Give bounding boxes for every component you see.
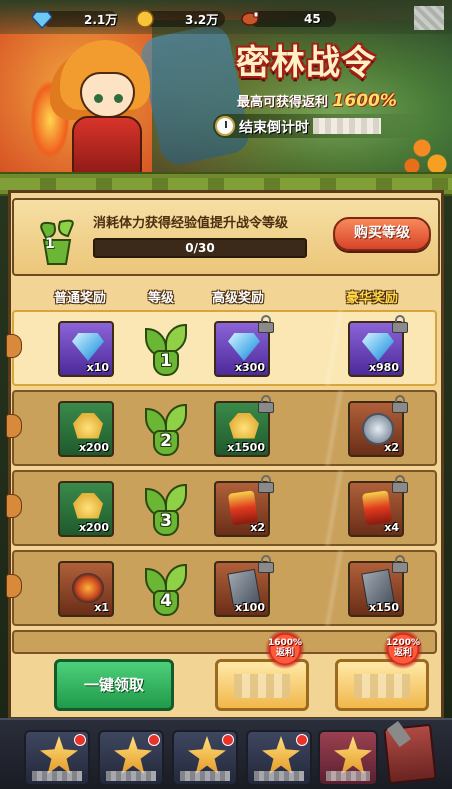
rebate-badge: 1600% 返利 (262, 632, 308, 670)
column-luxury-reward: 豪华奖励 (346, 291, 399, 306)
level-badge: 2 (141, 402, 191, 458)
event-title: 密林战令 (236, 43, 376, 83)
gold-counter[interactable]: 3.2万 (135, 9, 225, 29)
diamond-icon (362, 333, 394, 361)
star-badge-icon (40, 736, 78, 774)
advanced-reward-slot[interactable]: x100 (214, 555, 274, 617)
nav-slot[interactable] (246, 730, 312, 786)
star-badge-icon (188, 736, 226, 774)
column-level: 等级 (148, 291, 175, 306)
luxury-reward-slot[interactable]: x4 (348, 475, 408, 537)
countdown-value-redacted (313, 118, 381, 134)
row-tab (6, 574, 22, 598)
current-level-number: 1 (45, 236, 55, 252)
luxury-reward-slot[interactable]: x150 (348, 555, 408, 617)
level-description: 消耗体力获得经验值提升战令等级 (93, 216, 289, 231)
nav-slot-active[interactable] (318, 730, 378, 786)
countdown-timer: 结束倒计时 (213, 114, 423, 138)
rebate-percent: 1600% (332, 91, 397, 111)
level-badge: 1 (141, 322, 191, 378)
row-tab (6, 494, 22, 518)
gold-coin-icon (136, 10, 154, 28)
normal-reward-slot[interactable]: x10 (58, 321, 114, 377)
normal-reward-slot[interactable]: x200 (58, 401, 114, 457)
battle-pass-screen: 密林战令 最高可获得返利 1600% 结束倒计时 2.1万 3.2万 45 1 … (0, 0, 452, 789)
diamond-icon (32, 11, 52, 29)
event-subtitle: 最高可获得返利 1600% (237, 91, 397, 111)
level-badge: 4 (141, 562, 191, 618)
row-tab (6, 334, 22, 358)
diamond-icon (228, 333, 260, 361)
nav-slot[interactable] (172, 730, 238, 786)
countdown-label: 结束倒计时 (239, 120, 309, 136)
claim-all-button[interactable]: 一键领取 (54, 659, 174, 711)
notification-dot (222, 734, 234, 746)
exp-progress-bar: 0/30 (93, 238, 307, 258)
flower-decoration (402, 128, 452, 175)
price-redacted (234, 674, 290, 698)
reward-row[interactable]: x1 4 x100 x150 (6, 550, 437, 626)
lock-icon (392, 555, 408, 573)
notification-dot (148, 734, 160, 746)
hero-character-art (30, 40, 172, 175)
luxury-reward-slot[interactable]: x2 (348, 395, 408, 457)
gold-ore-icon (73, 493, 103, 519)
lock-icon (258, 555, 274, 573)
advanced-reward-slot[interactable]: x1500 (214, 395, 274, 457)
column-normal-reward: 普通奖励 (54, 291, 107, 306)
normal-reward-slot[interactable]: x1 (58, 561, 114, 617)
advanced-reward-slot[interactable]: x2 (214, 475, 274, 537)
level-badge: 3 (141, 482, 191, 538)
rebate-badge: 1200% 返利 (380, 632, 426, 670)
reward-row[interactable]: x10 1 x300 x980 (6, 310, 437, 386)
reward-row[interactable]: x200 2 x1500 x2 (6, 390, 437, 466)
clock-icon (215, 116, 235, 136)
normal-reward-slot[interactable]: x200 (58, 481, 114, 537)
resource-bar: 2.1万 3.2万 45 (0, 0, 452, 34)
sprout-level-icon (40, 219, 74, 265)
column-advanced-reward: 高级奖励 (212, 291, 265, 306)
nav-slot[interactable] (24, 730, 90, 786)
price-redacted (354, 674, 410, 698)
lock-icon (392, 395, 408, 413)
diamond-icon (72, 333, 104, 361)
star-badge-icon (334, 736, 372, 774)
advanced-reward-slot[interactable]: x300 (214, 315, 274, 377)
meat-stamina-icon (241, 11, 259, 26)
notification-dot (296, 734, 308, 746)
reward-row[interactable]: x200 3 x2 x4 (6, 470, 437, 546)
gold-ore-icon (73, 413, 103, 439)
stamina-counter[interactable]: 45 (240, 9, 336, 29)
collapse-book-button[interactable] (383, 721, 437, 785)
star-badge-icon (262, 736, 300, 774)
fire-bomb-icon (72, 573, 104, 603)
row-tab (6, 414, 22, 438)
nav-slot[interactable] (98, 730, 164, 786)
progress-text: 0/30 (185, 241, 215, 255)
buy-level-button[interactable]: 购买等级 (333, 217, 431, 251)
star-badge-icon (114, 736, 152, 774)
lock-icon (392, 475, 408, 493)
notification-dot (74, 734, 86, 746)
gold-ore-icon (229, 413, 259, 439)
redacted-area (414, 6, 444, 30)
luxury-reward-slot[interactable]: x980 (348, 315, 408, 377)
reward-row-partial[interactable] (12, 630, 437, 654)
lock-icon (258, 395, 274, 413)
lock-icon (258, 475, 274, 493)
lock-icon (392, 315, 408, 333)
lock-icon (258, 315, 274, 333)
diamond-counter[interactable]: 2.1万 (32, 9, 118, 29)
